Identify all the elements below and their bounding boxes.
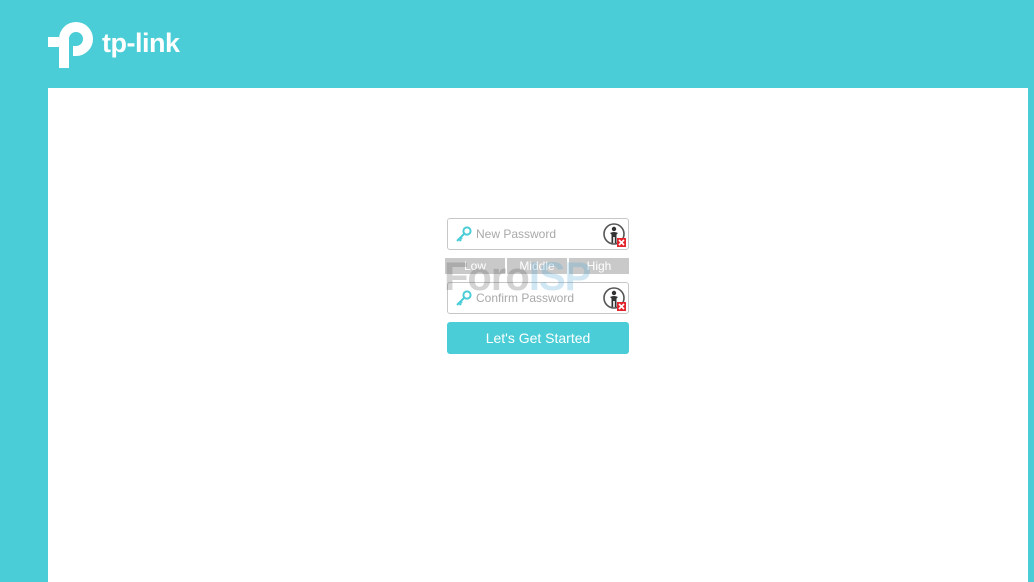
key-icon: [456, 226, 472, 242]
set-password-form: Low Middle High Let's Get Started: [445, 218, 629, 354]
show-password-icon[interactable]: [603, 222, 627, 247]
logo-text: tp-link: [102, 27, 180, 58]
confirm-password-field[interactable]: [447, 282, 629, 314]
tp-link-logo-icon: [48, 22, 93, 68]
password-strength-meter: Low Middle High: [445, 258, 629, 274]
key-icon: [456, 290, 472, 306]
confirm-password-input[interactable]: [476, 283, 596, 313]
strength-middle: Middle: [507, 258, 567, 274]
strength-low: Low: [445, 258, 505, 274]
new-password-input[interactable]: [476, 219, 596, 249]
header: tp-link: [0, 0, 1034, 88]
tp-link-logo: tp-link: [48, 20, 188, 70]
lets-get-started-button[interactable]: Let's Get Started: [447, 322, 629, 354]
show-password-icon[interactable]: [603, 286, 627, 311]
strength-high: High: [569, 258, 629, 274]
new-password-field[interactable]: [447, 218, 629, 250]
